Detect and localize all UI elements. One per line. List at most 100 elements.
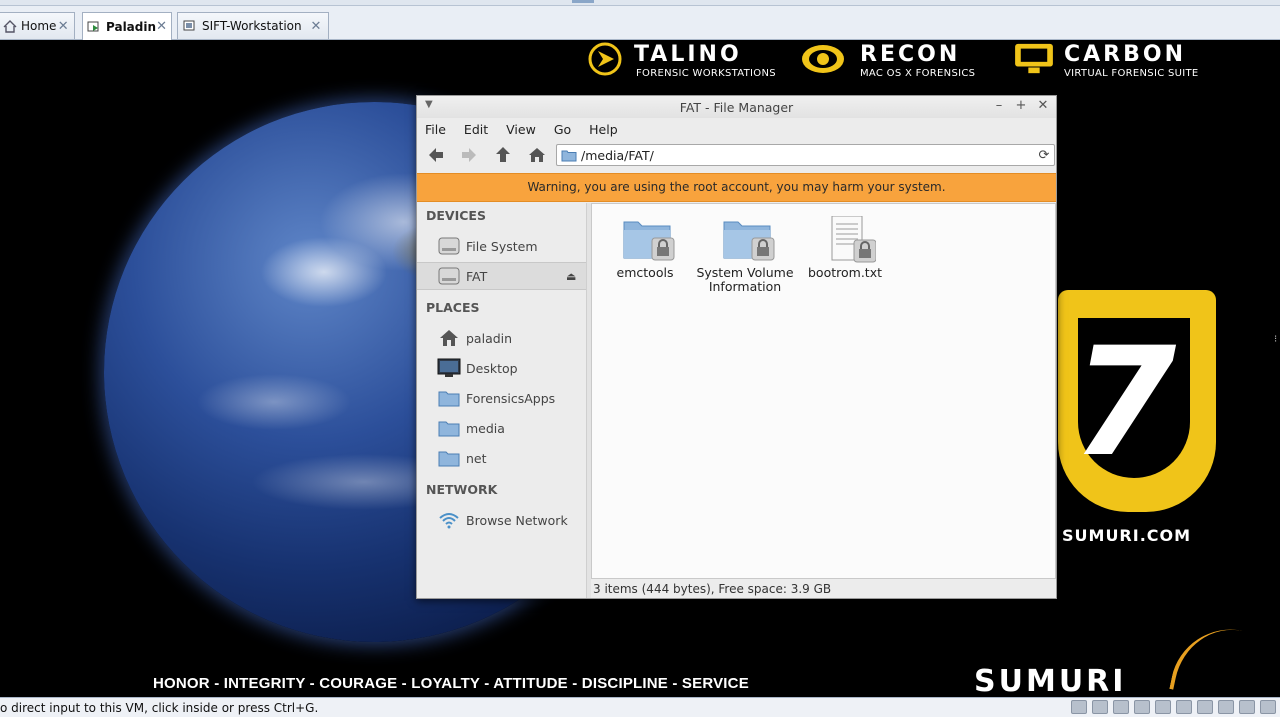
hdd-icon[interactable] [1092,700,1108,714]
drive-icon [437,265,461,287]
vm-icon [182,19,198,33]
path-input[interactable] [581,147,1034,163]
sidebar-item-file-system[interactable]: File System [417,232,586,260]
reload-icon[interactable]: ⟳ [1034,148,1054,163]
home-icon [437,327,461,349]
sidebar-item-fat[interactable]: FAT ⏏ [417,262,586,290]
sidebar-item-browse-network[interactable]: Browse Network [417,506,586,534]
tab-home[interactable]: Home ✕ [0,12,75,39]
home-icon [3,19,17,33]
minimize-icon[interactable]: – [991,98,1007,114]
sidebar-heading-network: NETWORK [426,482,498,497]
display-icon[interactable] [1218,700,1234,714]
talino-logo-icon [588,42,622,76]
sidebar: DEVICES File System FAT ⏏ PLACES paladin… [417,203,586,598]
device-icons [1071,700,1276,714]
sidebar-item-forensicsapps[interactable]: ForensicsApps [417,384,586,412]
sidebar-heading-places: PLACES [426,300,480,315]
folder-icon [623,221,675,261]
sidebar-item-label: Desktop [466,360,518,376]
sound-icon[interactable] [1197,700,1213,714]
close-icon[interactable]: ✕ [156,19,167,34]
tab-label: Paladin [106,19,157,34]
file-item-system-volume-information[interactable]: System Volume Information [695,216,795,294]
location-bar[interactable]: ⟳ [556,144,1055,166]
usb-icon[interactable] [1155,700,1171,714]
vm-status-message: o direct input to this VM, click inside … [0,701,319,715]
home-icon [529,148,545,162]
toolbar: ⟳ [417,141,1056,169]
hdd-icon[interactable] [1071,700,1087,714]
back-button[interactable] [425,145,447,165]
wifi-icon [437,509,461,531]
menu-edit[interactable]: Edit [464,122,488,137]
window-title: FAT - File Manager [679,100,794,115]
close-icon[interactable]: ✕ [1035,98,1051,114]
monitor-icon [1015,43,1053,74]
file-name: System Volume Information [696,265,794,294]
desktop-icon [437,357,461,379]
sidebar-heading-devices: DEVICES [426,208,486,223]
file-manager-window[interactable]: ▼ FAT - File Manager – + ✕ File Edit Vie… [416,95,1057,599]
file-view[interactable]: emctools System Volume Information bootr… [591,203,1056,579]
brand-name: RECON [860,42,961,67]
vm-tab-bar: Home ✕ Paladin ✕ SIFT-Workstation ✕ [0,0,1280,40]
file-item-bootrom-txt[interactable]: bootrom.txt [795,215,895,280]
tab-label: Home [21,19,57,33]
sidebar-item-label: File System [466,238,538,254]
vm-top-strip [0,0,1280,6]
sidebar-item-media[interactable]: media [417,414,586,442]
swoosh-decoration [1169,618,1253,697]
close-icon[interactable]: ✕ [308,19,324,34]
brand-talino: TALINO FORENSIC WORKSTATIONS [588,40,788,88]
menu-go[interactable]: Go [554,122,571,137]
sidebar-item-label: Browse Network [466,512,568,528]
arrow-up-icon [496,147,510,162]
forward-button[interactable] [458,145,480,165]
arrow-left-icon [429,148,443,162]
vm-desktop[interactable]: TALINO FORENSIC WORKSTATIONS RECON MAC O… [0,40,1280,697]
file-item-emctools[interactable]: emctools [595,216,695,280]
sumuri-url: SUMURI.COM [1062,526,1192,545]
vm-icon [87,20,102,34]
sidebar-item-paladin[interactable]: paladin [417,324,586,352]
cdrom-icon[interactable] [1113,700,1129,714]
eject-icon[interactable]: ⏏ [566,270,580,283]
menu-file[interactable]: File [425,122,446,137]
sidebar-item-label: net [466,450,487,466]
network-icon[interactable] [1134,700,1150,714]
window-titlebar[interactable]: ▼ FAT - File Manager – + ✕ [417,96,1056,118]
sidebar-item-label: paladin [466,330,513,346]
tab-sift-workstation[interactable]: SIFT-Workstation ✕ [177,12,329,39]
text-file-icon [831,215,877,263]
parent-folder-button[interactable] [492,145,514,165]
sidebar-item-label: ForensicsApps [466,390,556,406]
sumuri-shield-logo: 7 [1058,290,1216,512]
maximize-icon[interactable]: + [1013,98,1029,114]
drive-icon [437,235,461,257]
tab-paladin[interactable]: Paladin ✕ [82,12,172,40]
sidebar-item-label: media [466,420,505,436]
tab-label: SIFT-Workstation [202,19,302,33]
fullscreen-icon[interactable] [1260,700,1276,714]
file-name: emctools [616,265,674,280]
folder-icon [437,387,461,409]
chat-icon[interactable] [1239,700,1255,714]
home-button[interactable] [526,145,548,165]
sidebar-item-net[interactable]: net [417,444,586,472]
close-icon[interactable]: ✕ [56,19,70,34]
brand-name: CARBON [1064,42,1186,67]
motto-text: HONOR - INTEGRITY - COURAGE - LOYALTY - … [153,675,749,692]
root-warning-banner: Warning, you are using the root account,… [417,173,1056,202]
printer-icon[interactable] [1176,700,1192,714]
menu-view[interactable]: View [506,122,536,137]
vm-status-bar: o direct input to this VM, click inside … [0,697,1280,717]
brand-subtitle: MAC OS X FORENSICS [860,68,976,79]
brand-carbon: CARBON VIRTUAL FORENSIC SUITE [1012,40,1222,88]
arrow-right-icon [462,148,476,162]
sidebar-item-desktop[interactable]: Desktop [417,354,586,382]
menu-bar: File Edit View Go Help [417,118,1056,140]
brand-recon: RECON MAC OS X FORENSICS [800,40,1000,88]
menu-help[interactable]: Help [589,122,618,137]
folder-icon [437,417,461,439]
